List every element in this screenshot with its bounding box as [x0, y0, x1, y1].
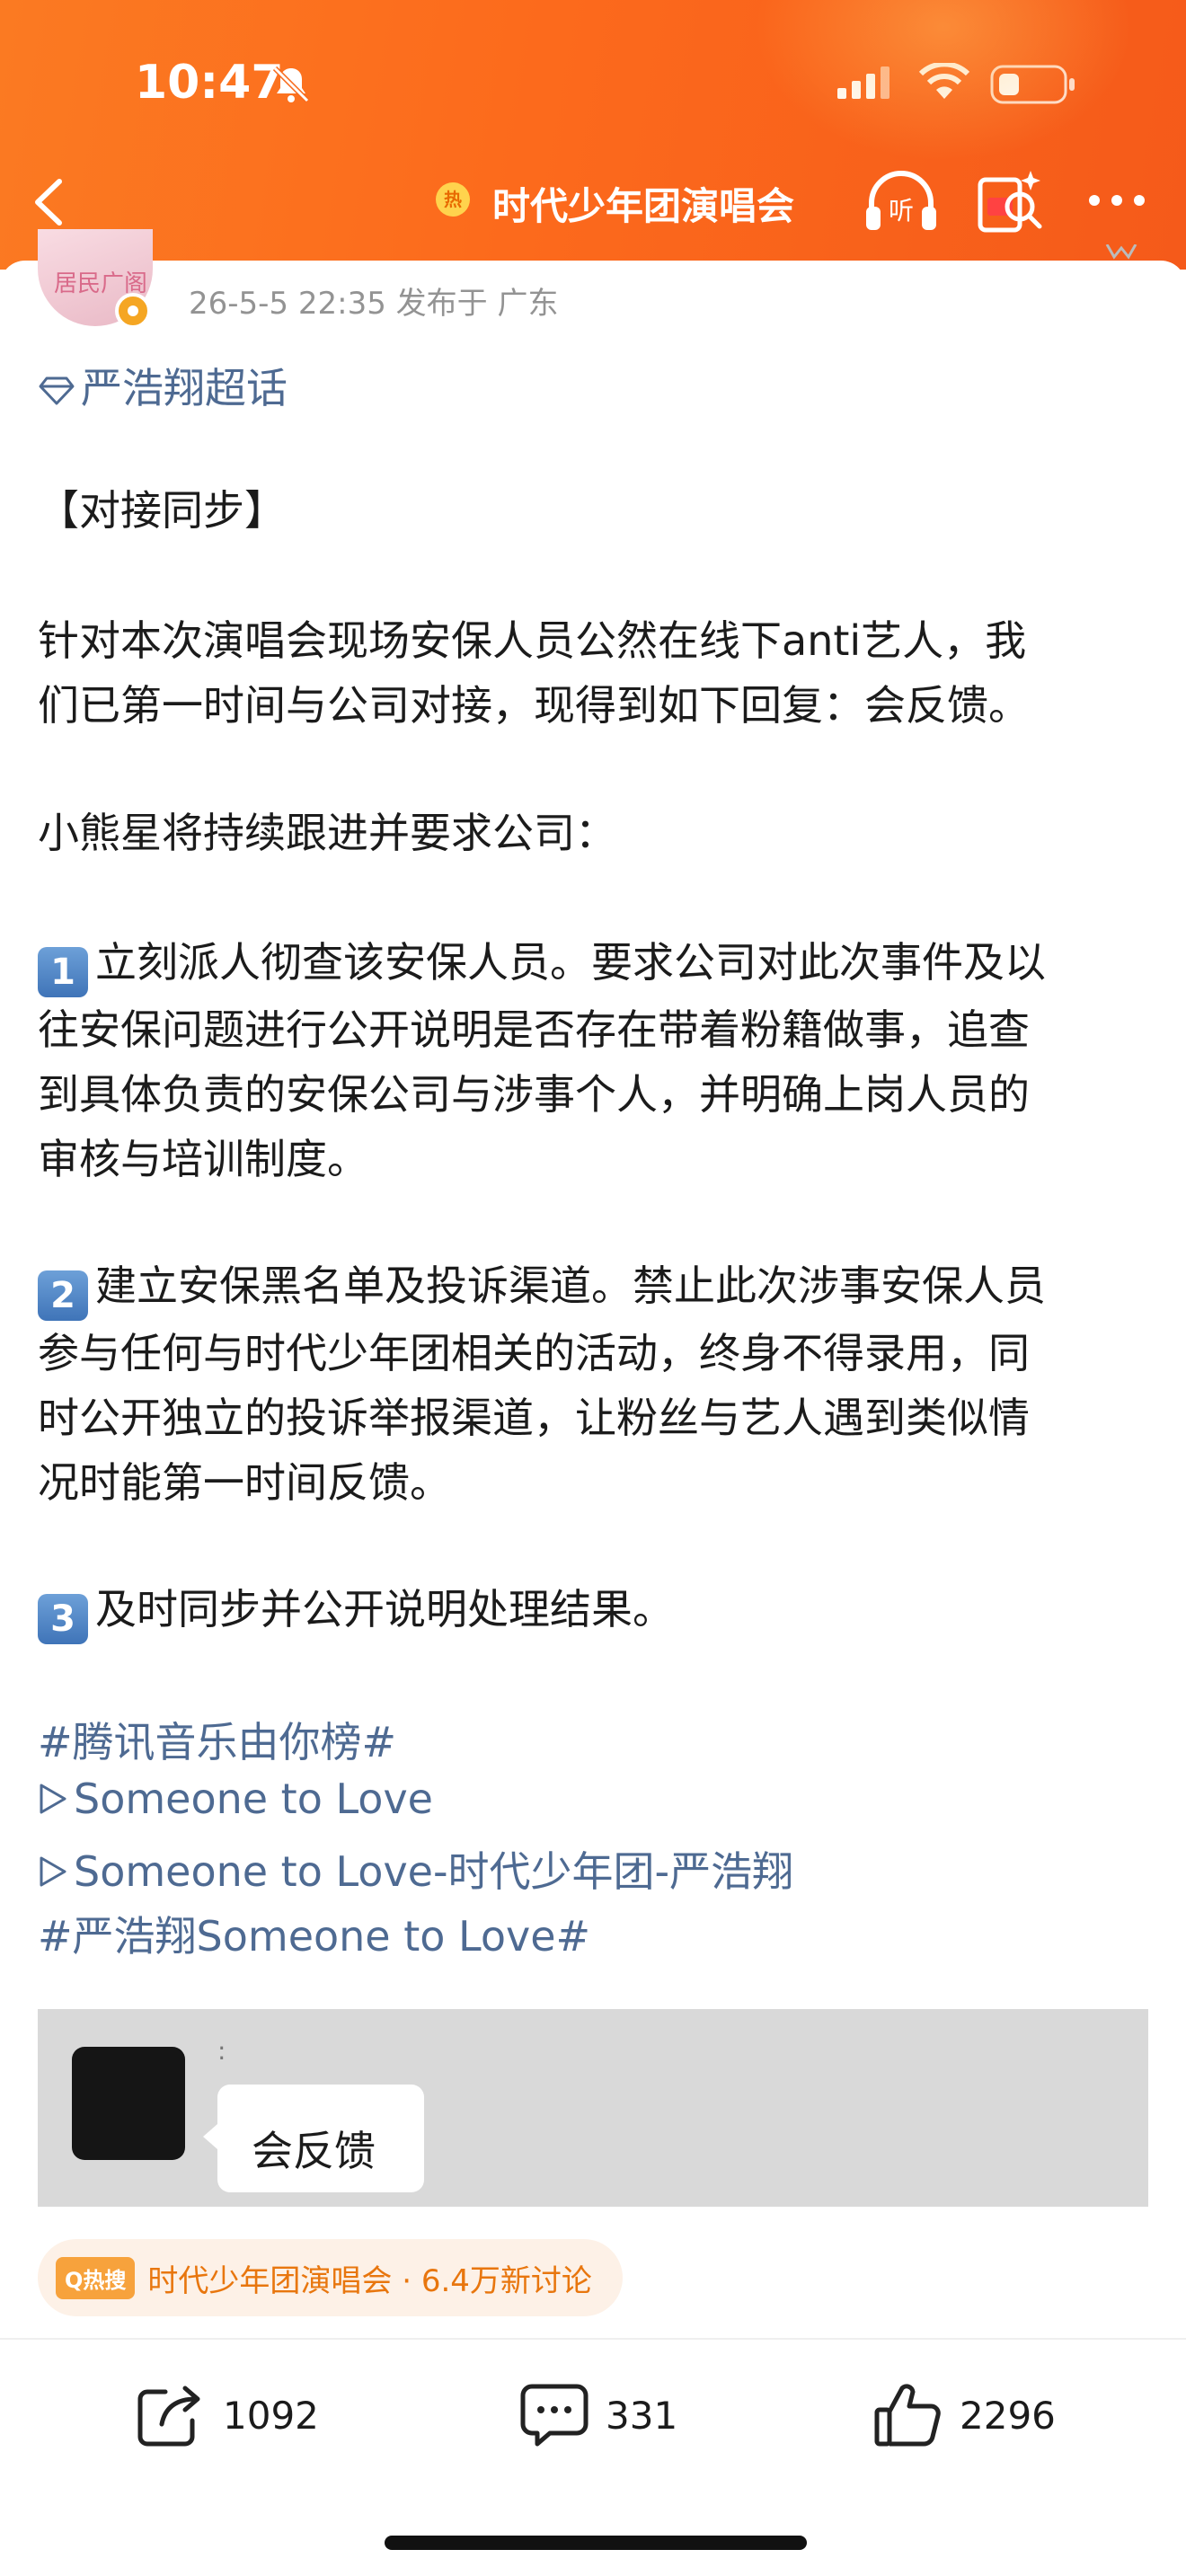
number-3-icon: 3 [38, 1594, 88, 1644]
item-1-line-2: 往安保问题进行公开说明是否存在带着粉籍做事，追查 [38, 1005, 1030, 1054]
item-1-line-1: 立刻派人彻查该安保人员。要求公司对此次事件及以 [95, 938, 1046, 987]
hot-badge: 热 [436, 182, 470, 217]
repost-button[interactable]: 1092 [135, 2381, 319, 2449]
list-item-1: 1 立刻派人彻查该安保人员。要求公司对此次事件及以 往安保问题进行公开说明是否存在… [38, 930, 1152, 1191]
action-divider [0, 2338, 1186, 2340]
status-time: 10:47 [135, 56, 284, 110]
item-2-line-2: 参与任何与时代少年团相关的活动，终身不得录用，同 [38, 1329, 1030, 1377]
thumbs-up-icon [874, 2384, 941, 2447]
svg-text:听: 听 [889, 196, 914, 226]
chat-bubble-text: 会反馈 [252, 2127, 376, 2175]
play-icon [40, 1856, 66, 1887]
attached-image[interactable]: : [38, 2009, 1148, 2207]
music-link-1-label: Someone to Love [74, 1775, 433, 1823]
item-1-line-4: 审核与培训制度。 [38, 1135, 368, 1183]
wifi-icon [918, 63, 970, 99]
star-icon[interactable] [1103, 244, 1139, 264]
chat-colon: : [217, 2036, 226, 2066]
comment-count: 331 [606, 2393, 678, 2438]
listen-headphones-icon[interactable]: 听 [863, 167, 940, 235]
list-item-2: 2 建立安保黑名单及投诉渠道。禁止此次涉事安保人员 参与任何与时代少年团相关的活动… [38, 1253, 1152, 1515]
post-paragraph-1: 针对本次演唱会现场安保人员公然在线下anti艺人，我 们已第一时间与公司对接，现… [38, 608, 1152, 738]
hashtag-link-2[interactable]: #严浩翔Someone to Love# [38, 1904, 590, 1963]
number-2-icon: 2 [38, 1270, 88, 1321]
item-2-line-3: 时公开独立的投诉举报渠道，让粉丝与艺人遇到类似情 [38, 1394, 1030, 1442]
home-indicator[interactable] [385, 2536, 807, 2550]
item-3-line-1: 及时同步并公开说明处理结果。 [95, 1585, 674, 1633]
comment-button[interactable]: 331 [519, 2381, 677, 2449]
paragraph-1-line-2: 们已第一时间与公司对接，现得到如下回复：会反馈。 [38, 681, 1030, 730]
battery-icon [990, 65, 1075, 104]
back-arrow-icon[interactable] [25, 171, 68, 234]
mute-bell-icon [272, 66, 310, 103]
super-topic-link[interactable]: 严浩翔超话 [38, 356, 288, 415]
music-link-2[interactable]: Someone to Love-时代少年团-严浩翔 [38, 1839, 793, 1899]
verified-badge-icon [115, 293, 151, 329]
signal-icon [837, 66, 890, 99]
like-button[interactable]: 2296 [873, 2381, 1056, 2449]
item-2-line-4: 况时能第一时间反馈。 [38, 1458, 451, 1507]
music-link-2-label: Someone to Love-时代少年团-严浩翔 [74, 1847, 794, 1896]
hot-search-tag: Q热搜 [56, 2256, 136, 2299]
item-2-line-1: 建立安保黑名单及投诉渠道。禁止此次涉事安保人员 [95, 1261, 1046, 1310]
hashtag-link[interactable]: #腾讯音乐由你榜# [38, 1710, 396, 1769]
hot-search-text: 时代少年团演唱会 · 6.4万新讨论 [147, 2262, 592, 2299]
play-icon [40, 1784, 66, 1814]
like-count: 2296 [960, 2393, 1056, 2438]
list-item-3: 3 及时同步并公开说明处理结果。 [38, 1577, 1152, 1644]
post-paragraph-2: 小熊星将持续跟进并要求公司： [38, 809, 616, 857]
hot-search-pill[interactable]: Q热搜 时代少年团演唱会 · 6.4万新讨论 [38, 2239, 623, 2316]
post-heading: 【对接同步】 [38, 486, 286, 535]
item-1-line-3: 到具体负责的安保公司与涉事个人，并明确上岗人员的 [38, 1070, 1030, 1119]
red-packet-search-icon[interactable] [975, 167, 1047, 235]
nav-title[interactable]: 时代少年团演唱会 [492, 176, 794, 231]
more-options-icon[interactable] [1087, 193, 1146, 208]
comment-icon [520, 2384, 589, 2447]
diamond-icon [39, 376, 75, 405]
top-header: 10:47 热 时代少年团演唱会 听 [0, 0, 1186, 270]
share-icon [137, 2386, 200, 2447]
number-1-icon: 1 [38, 947, 88, 997]
repost-count: 1092 [223, 2393, 319, 2438]
post-meta: 26-5-5 22:35 发布于 广东 [189, 286, 559, 322]
music-link-1[interactable]: Someone to Love [38, 1775, 433, 1823]
super-topic-label: 严浩翔超话 [81, 364, 288, 412]
paragraph-1-line-1: 针对本次演唱会现场安保人员公然在线下anti艺人，我 [38, 616, 1027, 665]
chat-avatar [72, 2047, 185, 2160]
